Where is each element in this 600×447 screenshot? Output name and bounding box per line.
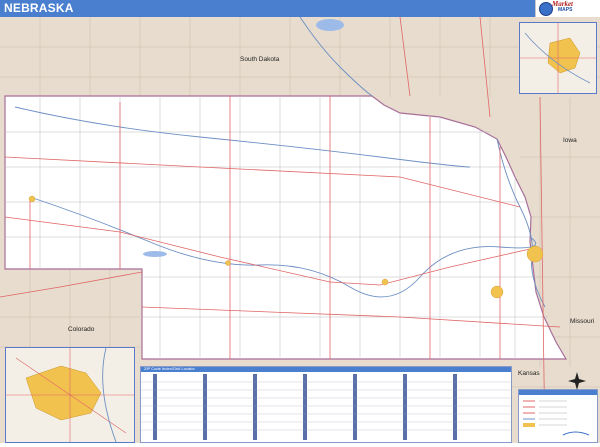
map-title: NEBRASKA <box>4 1 74 15</box>
label-kansas: Kansas <box>518 370 540 377</box>
inset-top-right-graphic <box>520 23 596 93</box>
grand-island-urban <box>381 278 389 286</box>
logo-line2: MAPS <box>558 7 573 13</box>
lincoln-urban <box>490 285 504 299</box>
scottsbluff-urban <box>28 195 36 203</box>
label-south-dakota: South Dakota <box>240 56 280 63</box>
zip-index-title: ZIP Code Index/Grid Locator <box>144 366 195 371</box>
map-legend <box>518 389 598 443</box>
publisher-logo: Market MAPS <box>535 0 600 17</box>
label-missouri: Missouri <box>570 318 595 325</box>
zip-code-index: ZIP Code Index/Grid Locator <box>140 366 512 443</box>
north-platte-urban <box>225 260 231 266</box>
omaha-urban <box>526 245 544 263</box>
zip-index-table <box>141 374 511 440</box>
label-colorado: Colorado <box>68 326 95 333</box>
legend-items <box>523 400 590 436</box>
inset-map-sioux-city <box>519 22 597 94</box>
label-iowa: Iowa <box>563 137 577 144</box>
compass-icon <box>568 372 586 390</box>
inset-bottom-left-graphic <box>6 347 134 443</box>
map-frame: NEBRASKA Market MAPS South Dakota Iowa C… <box>0 0 600 443</box>
globe-icon <box>539 2 553 16</box>
title-bar: NEBRASKA <box>0 0 600 17</box>
inset-map-omaha <box>5 347 135 443</box>
